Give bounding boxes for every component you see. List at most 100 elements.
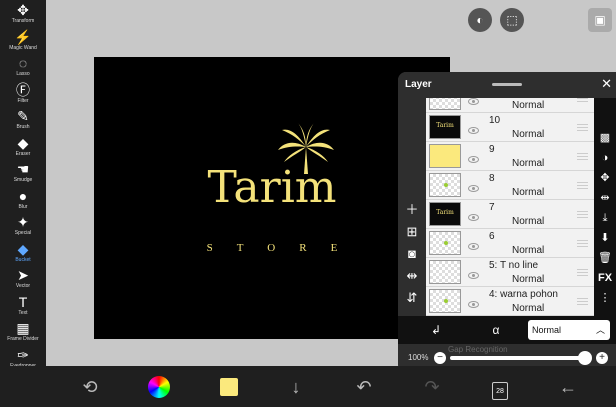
redo-icon[interactable]: ↷ (418, 373, 446, 401)
tool-frame-divider[interactable]: ▦ Frame Divider (0, 321, 46, 345)
layer-name: 9 (489, 144, 495, 155)
tool-magic-wand[interactable]: ⚡ Magic Wand (0, 29, 46, 54)
layer-row[interactable]: Tarim 7 Normal (426, 200, 594, 229)
smudge-icon: ☚ (16, 161, 30, 177)
drag-handle-icon[interactable] (577, 98, 588, 102)
tool-transform[interactable]: ✥ Transform (0, 3, 46, 27)
toggle-button[interactable]: ◐ (468, 8, 492, 32)
color-swatch-button[interactable] (215, 373, 243, 401)
gap-recognition-label: Gap Recognition (448, 345, 508, 354)
layer-thumbnail (429, 289, 461, 313)
layer-footer: ↲ α Normal ︿ (398, 316, 616, 344)
color-wheel-button[interactable] (145, 373, 173, 401)
camera-icon[interactable]: ◙ (402, 244, 422, 264)
move-icon[interactable]: ✥ (597, 170, 613, 186)
layer-blend-mode: Normal (512, 274, 545, 285)
eye-icon[interactable] (468, 272, 479, 279)
panel-grab-handle[interactable] (492, 83, 522, 86)
tool-label: Text (18, 309, 28, 316)
undo-icon[interactable]: ↶ (350, 373, 378, 401)
layer-row[interactable]: Tarim 10 Normal (426, 113, 594, 142)
drag-handle-icon[interactable] (577, 240, 588, 247)
drag-handle-icon[interactable] (577, 269, 588, 276)
flip-vertical-icon[interactable]: ⇵ (402, 288, 422, 308)
opacity-slider-knob[interactable] (578, 351, 592, 365)
tool-sidebar: ✥ Transform ⚡ Magic Wand ◌ Lasso Ⓕ Filter ✎ Brush… (0, 0, 46, 407)
drag-handle-icon[interactable] (577, 182, 588, 189)
fx-icon[interactable]: FX (597, 270, 613, 286)
layer-right-tools: ▩ ◑ ✥ ⇹ ⤓ ⬇ 🗑 FX ⋮ (594, 98, 616, 316)
opacity-plus-button[interactable]: + (596, 352, 608, 364)
layer-row[interactable]: 9 Normal (426, 142, 594, 171)
tool-label: Special (14, 230, 32, 236)
add-layer-icon[interactable]: ＋ (402, 200, 422, 220)
tool-label: Blur (18, 203, 28, 210)
layer-row[interactable]: 8 Normal (426, 171, 594, 200)
tool-text[interactable]: T Text (0, 293, 46, 319)
alpha-lock-icon[interactable]: α (486, 321, 506, 339)
layer-blend-mode: Normal (512, 303, 545, 314)
drag-handle-icon[interactable] (577, 211, 588, 218)
drag-handle-icon[interactable] (577, 298, 588, 305)
blend-mode-select[interactable]: Normal ︿ (528, 320, 610, 340)
more-icon[interactable]: ⋮ (597, 290, 613, 306)
tool-smudge[interactable]: ☚ Smudge (0, 162, 46, 186)
opacity-slider[interactable] (450, 356, 588, 360)
artwork-canvas[interactable]: Tarim STORE (94, 57, 450, 339)
add-special-layer-icon[interactable]: ⊞ (402, 222, 422, 242)
eye-icon[interactable] (468, 243, 479, 250)
back-arrow-icon[interactable]: ← (554, 373, 582, 401)
brush-icon: ✎ (17, 108, 29, 124)
eye-icon[interactable] (468, 214, 479, 221)
layer-blend-mode: Normal (512, 187, 545, 198)
tool-filter[interactable]: Ⓕ Filter (0, 82, 46, 107)
close-icon[interactable]: ✕ (601, 76, 612, 92)
eyedropper-icon: ✑ (17, 346, 29, 363)
cursor-icon: ➤ (17, 267, 29, 283)
tool-blur[interactable]: ● Blur (0, 188, 46, 213)
adjust-icon[interactable]: ◑ (597, 150, 613, 166)
layer-panel: Layer ✕ ＋ ⊞ ◙ ⇹ ⇵ Normal Tarim 10 Normal 9 No… (398, 72, 616, 372)
layer-row[interactable]: 4: warna pohon Normal (426, 287, 594, 316)
transform-rotate-icon[interactable]: ⟲ (76, 373, 104, 401)
pages-button[interactable]: 28 (486, 373, 514, 401)
merge-down-icon[interactable]: ⤓ (597, 210, 613, 226)
trash-icon[interactable]: 🗑 (597, 250, 613, 266)
selection-button[interactable]: ⬚ (500, 8, 524, 32)
download-icon[interactable]: ⬇ (597, 230, 613, 246)
checkerboard-icon[interactable]: ▩ (597, 130, 613, 146)
layer-thumbnail (429, 98, 461, 110)
clipping-icon[interactable]: ↲ (426, 321, 446, 339)
flip-icon[interactable]: ⇹ (597, 190, 613, 206)
eye-icon[interactable] (468, 156, 479, 163)
download-arrow-icon[interactable]: ↓ (282, 373, 310, 401)
layer-row[interactable]: Normal (426, 98, 594, 113)
tool-lasso[interactable]: ◌ Lasso (0, 56, 46, 80)
eye-icon[interactable] (468, 127, 479, 134)
drag-handle-icon[interactable] (577, 124, 588, 131)
tool-bucket[interactable]: ◆ Bucket (0, 241, 46, 266)
opacity-minus-button[interactable]: − (434, 352, 446, 364)
layer-name: 8 (489, 173, 495, 184)
gallery-icon[interactable]: ▣ (588, 8, 612, 32)
current-color-swatch (220, 378, 238, 396)
tool-special[interactable]: ✦ Special (0, 215, 46, 239)
pages-count: 28 (492, 382, 508, 400)
eye-icon[interactable] (468, 185, 479, 192)
layer-blend-mode: Normal (512, 245, 545, 256)
layer-row[interactable]: 6 Normal (426, 229, 594, 258)
tool-label: Brush (16, 124, 30, 130)
eye-icon[interactable] (468, 301, 479, 308)
layer-blend-mode: Normal (512, 158, 545, 169)
eye-icon[interactable] (468, 98, 479, 105)
tool-brush[interactable]: ✎ Brush (0, 109, 46, 133)
layer-list[interactable]: Normal Tarim 10 Normal 9 Normal 8 Normal Tarim 7 N… (426, 98, 594, 316)
layer-name: 7 (489, 202, 495, 213)
tool-eraser[interactable]: ◆ Eraser (0, 135, 46, 160)
drag-handle-icon[interactable] (577, 153, 588, 160)
tool-vector[interactable]: ➤ Vector (0, 268, 46, 292)
layer-panel-header[interactable]: Layer ✕ (398, 72, 616, 98)
layer-row[interactable]: 5: T no line Normal (426, 258, 594, 287)
flip-horizontal-icon[interactable]: ⇹ (402, 266, 422, 286)
text-icon: T (18, 293, 28, 310)
